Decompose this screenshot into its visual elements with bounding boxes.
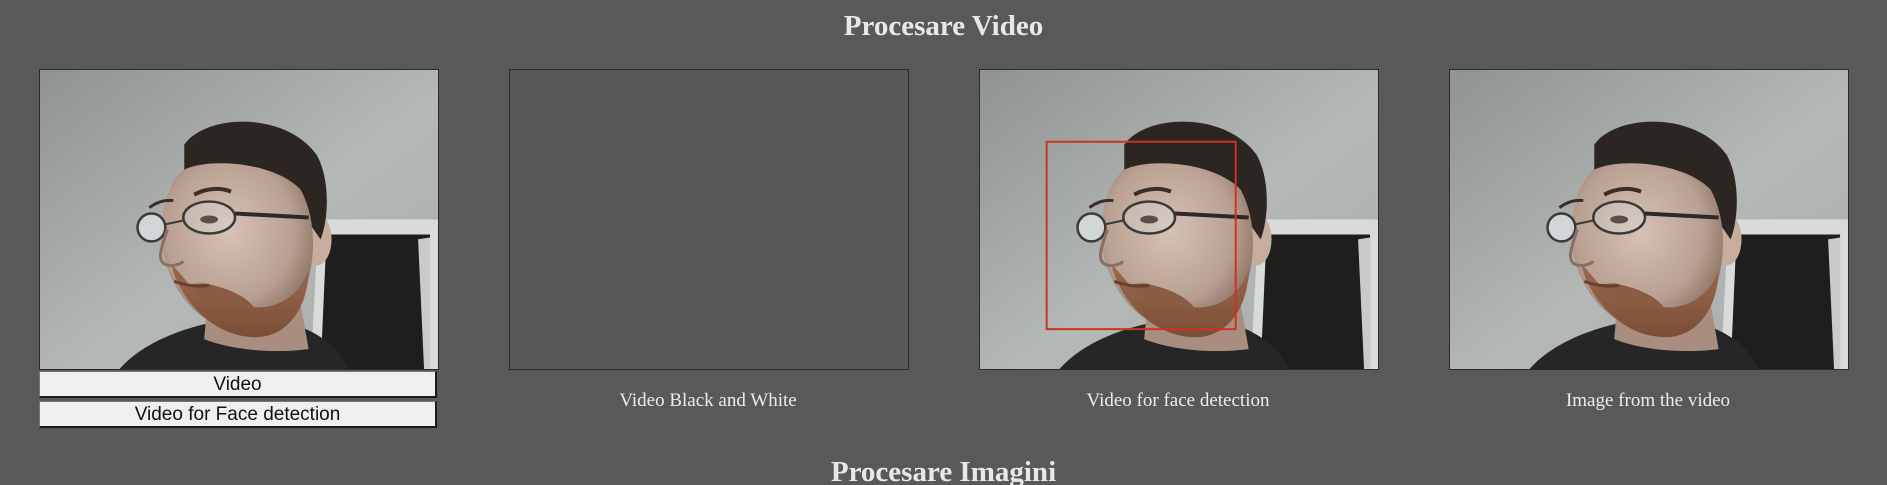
- video-button[interactable]: Video: [39, 371, 437, 398]
- black-white-canvas: [509, 69, 909, 370]
- snapshot-canvas: [1449, 69, 1849, 370]
- video-frame: [39, 69, 439, 370]
- face-detection-image: [980, 70, 1378, 369]
- snapshot-caption: Image from the video: [1565, 390, 1731, 411]
- webcam-image: [40, 70, 438, 369]
- face-detection-caption: Video for face detection: [1086, 390, 1270, 411]
- section-title-images: Procesare Imagini: [830, 456, 1057, 485]
- black-white-caption: Video Black and White: [619, 390, 797, 411]
- face-detection-button[interactable]: Video for Face detection: [39, 401, 437, 428]
- section-title-video: Procesare Video: [843, 10, 1044, 42]
- face-detection-canvas: [979, 69, 1379, 370]
- snapshot-image: [1450, 70, 1848, 369]
- page: Procesare Video Video Video for Face det…: [0, 0, 1887, 485]
